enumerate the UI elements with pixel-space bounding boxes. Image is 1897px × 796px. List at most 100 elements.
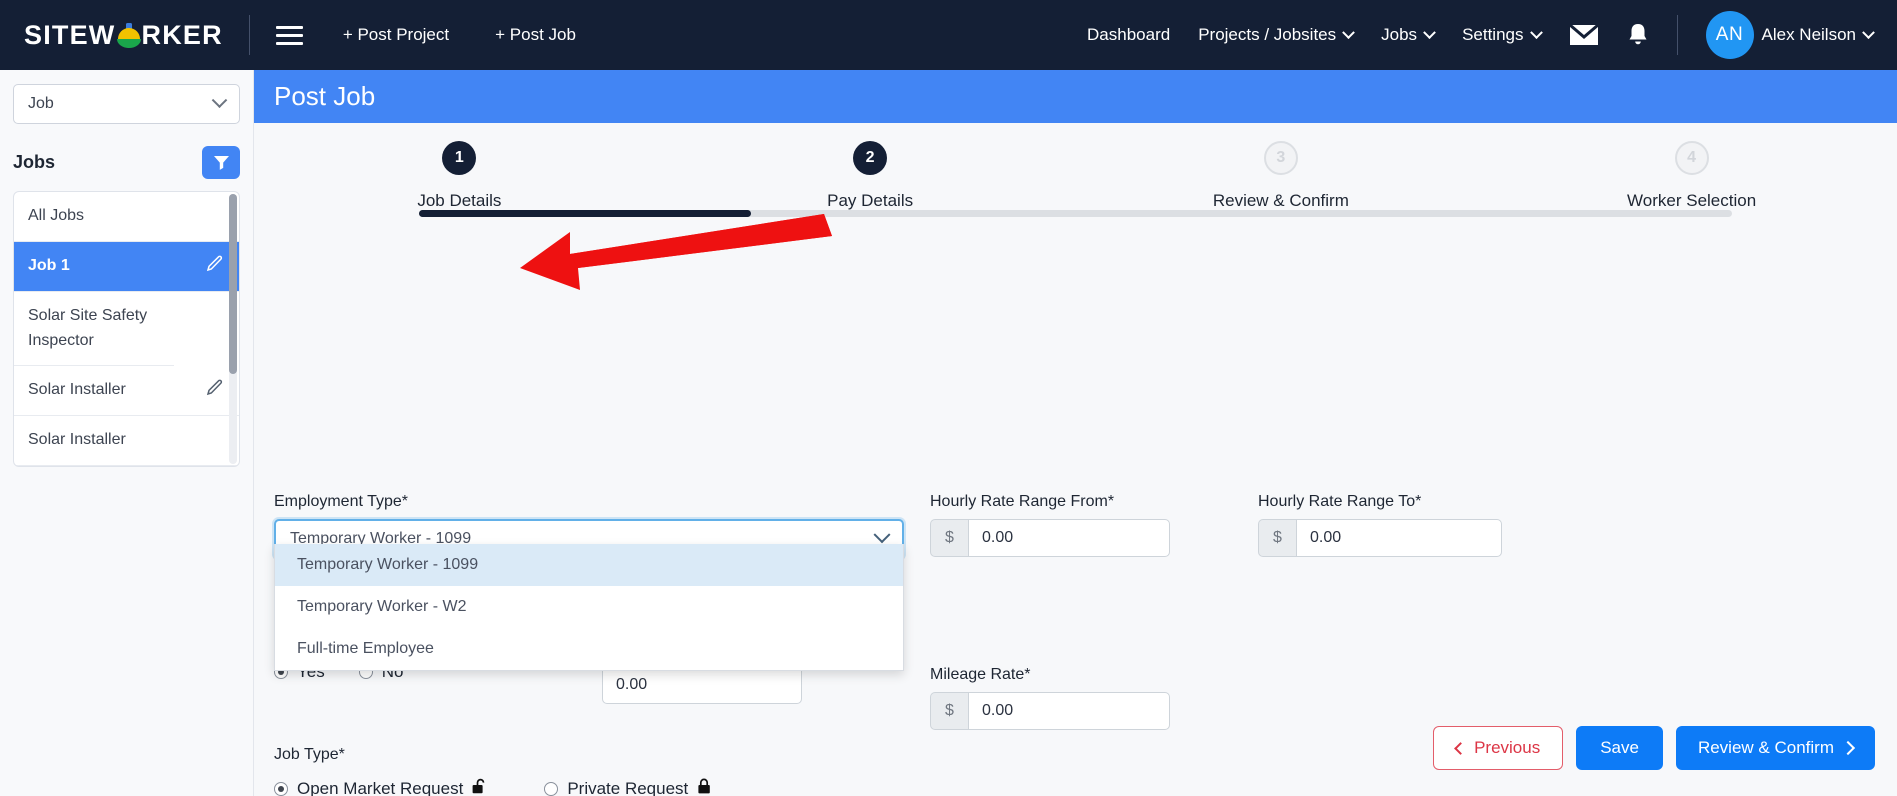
step-circle[interactable]: 3 [1263, 141, 1298, 175]
step-circle[interactable]: 4 [1674, 141, 1709, 175]
nav-item-projects-jobsites[interactable]: Projects / Jobsites [1198, 25, 1356, 45]
mileage-rate-label: Mileage Rate* [930, 666, 1031, 683]
avatar: AN [1705, 11, 1754, 59]
job-label: Solar Site Safety Inspector [28, 306, 148, 349]
form-action-buttons: Previous Save Review & Confirm [1433, 726, 1875, 770]
currency-prefix: $ [1258, 519, 1296, 557]
app-logo[interactable]: SITEW RKER [0, 20, 223, 51]
radio-open-market-request[interactable]: Open Market Request [274, 778, 488, 796]
private-request-label: Private Request [567, 779, 689, 796]
chevron-down-icon [211, 91, 228, 108]
dropdown-option-full-time-employee[interactable]: Full-time Employee [275, 628, 903, 670]
wizard-stepper: 1 Job Details 2 Pay Details 3 Review & C… [254, 123, 1897, 238]
sidebar-scrollbar-thumb[interactable] [229, 194, 237, 374]
radio-indicator [274, 782, 288, 796]
nav-item-settings[interactable]: Settings [1462, 25, 1543, 45]
sidebar: Job Jobs All Jobs Job 1 Solar Site Safet… [0, 70, 254, 796]
dropdown-option-temporary-worker-w2[interactable]: Temporary Worker - W2 [275, 586, 903, 628]
previous-button[interactable]: Previous [1433, 726, 1564, 770]
stepper-step-3[interactable]: 3 Review & Confirm [1076, 141, 1487, 238]
currency-prefix: $ [930, 692, 968, 730]
step-circle[interactable]: 1 [442, 141, 477, 175]
mileage-rate-field: Mileage Rate* $ 0.00 [930, 666, 1170, 730]
nav-item-jobs[interactable]: Jobs [1381, 25, 1436, 45]
nav-label-dashboard: Dashboard [1087, 25, 1171, 44]
nav-label-projects-jobsites: Projects / Jobsites [1198, 25, 1337, 44]
step-circle[interactable]: 2 [853, 141, 888, 175]
stepper-step-1[interactable]: 1 Job Details [254, 141, 665, 238]
jobs-list: All Jobs Job 1 Solar Site Safety Inspect… [13, 191, 240, 468]
review-confirm-button[interactable]: Review & Confirm [1675, 726, 1875, 770]
hourly-rate-to-label: Hourly Rate Range To* [1258, 493, 1422, 510]
hourly-rate-from-input-group: $ 0.00 [930, 519, 1170, 557]
hardhat-icon [116, 22, 142, 49]
entity-type-select[interactable]: Job [13, 84, 240, 124]
employment-type-dropdown-menu: Temporary Worker - 1099 Temporary Worker… [274, 544, 904, 671]
occluded-numeric-field: 0.00 [602, 666, 802, 704]
stepper-step-4[interactable]: 4 Worker Selection [1486, 141, 1897, 238]
numeric-input[interactable]: 0.00 [602, 666, 802, 704]
post-job-link[interactable]: + Post Job [495, 25, 576, 45]
nav-item-dashboard[interactable]: Dashboard [1087, 25, 1170, 45]
hourly-rate-to-input-group: $ 0.00 [1258, 519, 1502, 557]
review-confirm-button-label: Review & Confirm [1697, 738, 1834, 757]
bell-icon[interactable] [1627, 22, 1649, 48]
job-type-field: Job Type* Open Market Request Private Re… [274, 746, 712, 796]
pencil-icon[interactable] [205, 254, 225, 279]
list-item[interactable]: Solar Site Safety Inspector [14, 292, 174, 367]
stepper-step-2[interactable]: 2 Pay Details [665, 141, 1076, 238]
logo-text-post: RKER [141, 19, 223, 50]
jobs-list-title: Jobs [13, 152, 56, 172]
radio-private-request[interactable]: Private Request [544, 778, 712, 796]
nav-label-jobs: Jobs [1381, 25, 1418, 44]
chevron-down-icon [1529, 25, 1543, 39]
chevron-left-icon [1454, 741, 1467, 755]
chevron-down-icon [873, 526, 891, 544]
step-label: Job Details [417, 191, 502, 210]
hourly-rate-from-label: Hourly Rate Range From* [930, 493, 1115, 510]
hourly-rate-from-field: Hourly Rate Range From* $ 0.00 [930, 493, 1170, 557]
user-menu[interactable]: AN Alex Neilson [1705, 11, 1875, 59]
filter-button[interactable] [202, 146, 240, 179]
employment-type-label: Employment Type* [274, 493, 408, 510]
list-item[interactable]: Job 1 [14, 241, 239, 292]
nav-separator [1676, 15, 1678, 55]
hourly-rate-from-input[interactable]: 0.00 [968, 519, 1170, 557]
top-navigation-bar: SITEW RKER + Post Project + Post Job Das… [0, 0, 1897, 70]
save-button-label: Save [1600, 738, 1639, 757]
job-label: Solar Installer [28, 381, 126, 399]
lock-icon [697, 778, 712, 796]
chevron-right-icon [1840, 740, 1856, 756]
job-label: Solar Installer [28, 431, 126, 449]
nav-label-settings: Settings [1462, 25, 1524, 44]
step-label: Pay Details [827, 191, 914, 210]
post-project-link[interactable]: + Post Project [343, 25, 449, 45]
chevron-down-icon [1423, 25, 1436, 39]
dropdown-option-temporary-worker-1099[interactable]: Temporary Worker - 1099 [275, 544, 903, 586]
save-button[interactable]: Save [1576, 726, 1663, 770]
open-market-request-label: Open Market Request [297, 779, 464, 796]
job-type-label: Job Type* [274, 746, 345, 763]
entity-type-select-value: Job [28, 95, 54, 112]
jobs-list-header: Jobs [0, 124, 253, 191]
list-item[interactable]: Solar Installer [14, 366, 239, 417]
pencil-icon[interactable] [205, 378, 225, 403]
user-name-label: Alex Neilson [1761, 25, 1857, 44]
list-item[interactable]: All Jobs [14, 192, 239, 242]
hourly-rate-to-input[interactable]: 0.00 [1296, 519, 1502, 557]
mileage-rate-input-group: $ 0.00 [930, 692, 1170, 730]
currency-prefix: $ [930, 519, 968, 557]
main-content: Post Job 1 Job Details 2 Pay Details 3 R… [254, 70, 1897, 796]
filter-icon [213, 156, 229, 170]
list-item[interactable]: Solar Installer [14, 416, 239, 467]
mileage-rate-input[interactable]: 0.00 [968, 692, 1170, 730]
logo-text-pre: SITEW [24, 19, 116, 50]
nav-left-links: + Post Project + Post Job [343, 25, 576, 45]
envelope-icon[interactable] [1568, 23, 1599, 47]
step-label: Review & Confirm [1212, 191, 1349, 210]
nav-divider [248, 15, 250, 55]
hamburger-icon[interactable] [275, 25, 303, 45]
job-label: All Jobs [28, 207, 85, 224]
step-label: Worker Selection [1627, 191, 1757, 210]
chevron-down-icon [1862, 25, 1875, 39]
